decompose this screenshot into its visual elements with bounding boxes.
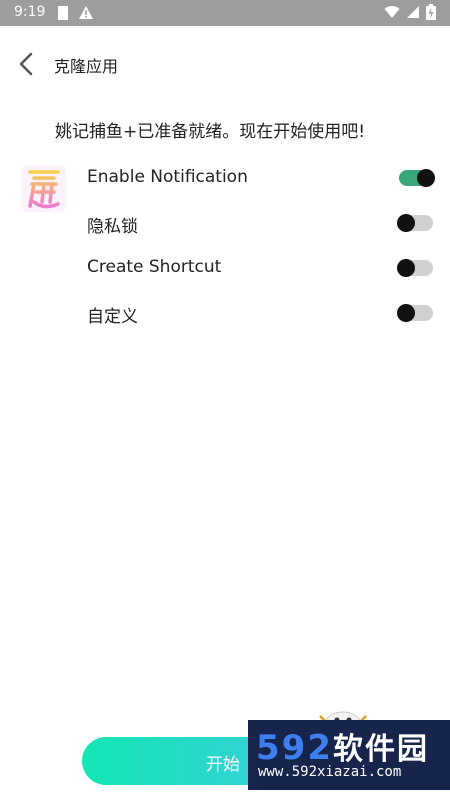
start-button-label: 开始 <box>206 755 240 775</box>
setting-label: Enable Notification <box>87 167 248 187</box>
signal-icon <box>407 6 419 18</box>
app-logo-icon <box>22 166 66 212</box>
privacy-lock-toggle[interactable] <box>397 214 433 232</box>
warning-icon <box>79 6 93 19</box>
setting-row-shortcut: Create Shortcut <box>87 253 437 283</box>
setting-row-notification: Enable Notification <box>87 163 437 193</box>
watermark-url: www.592xiazai.com <box>258 764 402 780</box>
setting-label: Create Shortcut <box>87 257 222 277</box>
status-bar: 9:19 <box>0 0 450 26</box>
watermark-banner: 592软件园 www.592xiazai.com <box>248 720 450 790</box>
app-header: 克隆应用 <box>0 44 450 84</box>
toggle-knob <box>397 214 415 232</box>
sim-card-icon <box>58 6 68 20</box>
watermark-brand: 592 <box>256 728 333 768</box>
watermark-brand-cn: 软件园 <box>332 732 429 767</box>
ready-message: 姚记捕鱼+已准备就绪。现在开始使用吧! <box>55 122 366 142</box>
toggle-knob <box>417 169 435 187</box>
setting-row-privacy-lock: 隐私锁 <box>87 208 437 238</box>
toggle-knob <box>397 259 415 277</box>
setting-row-custom: 自定义 <box>87 298 437 328</box>
status-time: 9:19 <box>14 4 46 20</box>
shortcut-toggle[interactable] <box>397 259 433 277</box>
battery-icon <box>426 4 436 20</box>
page-title: 克隆应用 <box>54 57 119 76</box>
toggle-knob <box>397 304 415 322</box>
setting-label: 隐私锁 <box>87 217 138 237</box>
back-chevron-icon[interactable] <box>16 50 40 78</box>
notification-toggle[interactable] <box>399 169 435 187</box>
custom-toggle[interactable] <box>397 304 433 322</box>
setting-label: 自定义 <box>87 307 138 327</box>
wifi-icon <box>384 6 400 19</box>
